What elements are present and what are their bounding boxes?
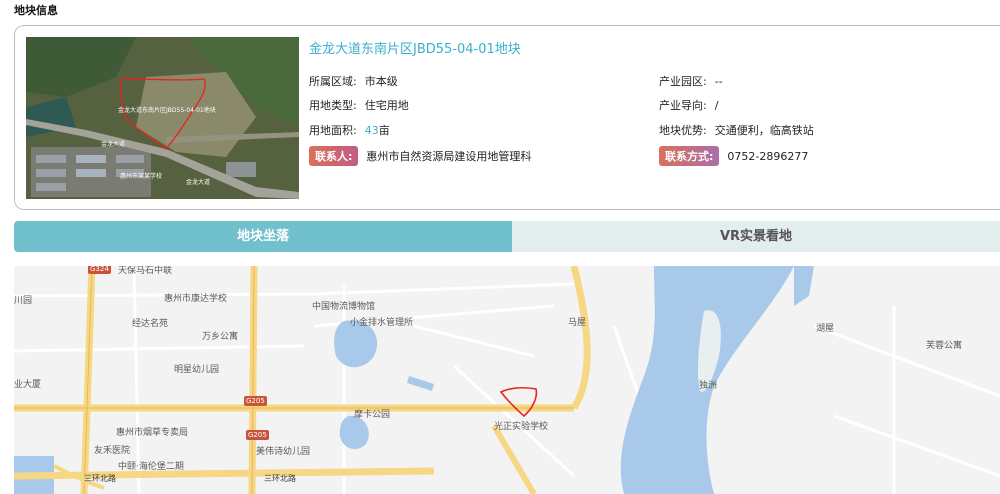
park-row: 产业园区: -- (659, 73, 723, 89)
advantage-value: 交通便利，临高铁站 (714, 124, 814, 137)
industry-value: / (714, 99, 719, 112)
map-poi[interactable]: 惠州市康达学校 (164, 291, 227, 304)
contact-value: 惠州市自然资源局建设用地管理科 (366, 150, 532, 163)
highway-shield: G205 (246, 430, 269, 440)
phone-value: 0752-2896277 (727, 150, 809, 163)
map-road-label: 三环北路 (264, 474, 296, 483)
region-row: 所属区域: 市本级 (309, 73, 398, 89)
thumb-road-label: 金龙大道 (186, 179, 211, 186)
map-poi[interactable]: 惠州市烟草专卖局 (116, 425, 188, 438)
map-poi[interactable]: 川园 (14, 293, 32, 306)
thumb-plot-label: 金龙大道东南片区JBD55-04-01地块 (118, 107, 216, 114)
location-map[interactable]: G324 G205 G205 天保马石中联 惠州市康达学校 中国物流博物馆 川园… (14, 266, 1000, 494)
view-tabs: 地块坐落 VR实景看地 (14, 221, 1000, 252)
land-use-value: 住宅用地 (364, 99, 409, 112)
area-value: 43 (364, 124, 379, 137)
region-value: 市本级 (364, 75, 398, 88)
map-poi[interactable]: 美伟诗幼儿园 (256, 444, 310, 457)
map-poi[interactable]: 芙蓉公寓 (926, 338, 962, 351)
region-label: 所属区域: (309, 75, 357, 88)
map-poi[interactable]: 业大厦 (14, 377, 41, 390)
land-use-row: 用地类型: 住宅用地 (309, 97, 409, 113)
plot-satellite-thumbnail[interactable]: 金龙大道东南片区JBD55-04-01地块 金龙大道 金龙大道 惠州市某某学校 (26, 37, 299, 199)
thumb-road-label: 金龙大道 (101, 141, 126, 148)
map-poi[interactable]: 独洲 (699, 378, 717, 391)
plot-title[interactable]: 金龙大道东南片区JBD55-04-01地块 (309, 38, 521, 57)
advantage-label: 地块优势: (659, 124, 707, 137)
map-road-label: 三环北路 (84, 474, 116, 483)
contact-row: 联系人: 惠州市自然资源局建设用地管理科 (309, 146, 531, 166)
contact-tag: 联系人: (309, 146, 359, 166)
industry-row: 产业导向: / (659, 97, 718, 113)
map-poi[interactable]: 小金排水管理所 (350, 315, 413, 328)
map-poi[interactable]: 马屋 (568, 315, 586, 328)
tab-location[interactable]: 地块坐落 (14, 221, 512, 252)
plot-card: 金龙大道东南片区JBD55-04-01地块 金龙大道 金龙大道 惠州市某某学校 … (14, 25, 1000, 210)
area-unit: 亩 (378, 124, 390, 137)
highway-shield: G205 (244, 396, 267, 406)
phone-row: 联系方式: 0752-2896277 (659, 146, 808, 166)
map-poi[interactable]: 天保马石中联 (118, 266, 172, 276)
industry-label: 产业导向: (659, 99, 707, 112)
area-label: 用地面积: (309, 124, 357, 137)
map-poi[interactable]: 湖屋 (816, 321, 834, 334)
map-poi[interactable]: 经达名苑 (132, 316, 168, 329)
section-title: 地块信息 (14, 4, 58, 17)
map-poi[interactable]: 万乡公寓 (202, 329, 238, 342)
map-poi[interactable]: 友禾医院 (94, 443, 130, 456)
map-poi[interactable]: 中国物流博物馆 (312, 299, 375, 312)
map-poi[interactable]: 摩卡公园 (354, 407, 390, 420)
land-use-label: 用地类型: (309, 99, 357, 112)
satellite-image (26, 37, 299, 199)
map-poi[interactable]: 明星幼儿园 (174, 362, 219, 375)
highway-shield: G324 (88, 266, 111, 274)
advantage-row: 地块优势: 交通便利，临高铁站 (659, 122, 814, 138)
tab-vr[interactable]: VR实景看地 (512, 221, 1000, 252)
park-value: -- (714, 75, 723, 88)
map-poi[interactable]: 中颐·海伦堡二期 (118, 459, 184, 472)
park-label: 产业园区: (659, 75, 707, 88)
map-poi[interactable]: 光正实验学校 (494, 419, 548, 432)
thumb-building-label: 惠州市某某学校 (120, 173, 163, 180)
area-row: 用地面积: 43亩 (309, 122, 390, 138)
phone-tag: 联系方式: (659, 146, 720, 166)
